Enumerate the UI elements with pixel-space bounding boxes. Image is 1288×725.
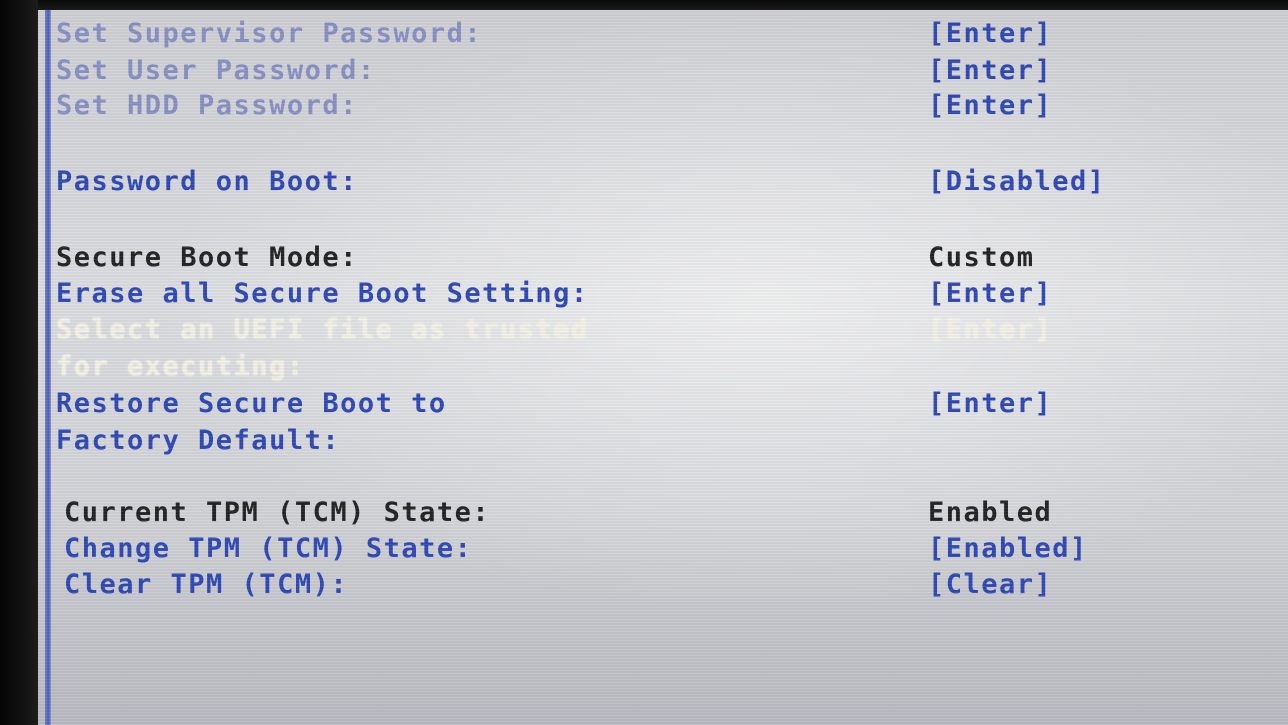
- setting-select-uefi-trusted-cont[interactable]: for executing:: [0, 349, 1288, 385]
- setting-value-readonly: Custom: [928, 242, 1035, 273]
- setting-erase-secure-boot[interactable]: Erase all Secure Boot Setting: [Enter]: [0, 276, 1288, 312]
- setting-value-button[interactable]: [Enter]: [928, 53, 1052, 89]
- setting-restore-secure-boot-cont[interactable]: Factory Default:: [0, 423, 1288, 459]
- bios-screen: Set Supervisor Password: [Enter] Set Use…: [0, 0, 1288, 725]
- setting-supervisor-password[interactable]: Set Supervisor Password: [Enter]: [0, 16, 1288, 52]
- setting-label: Erase all Secure Boot Setting:: [56, 278, 589, 309]
- monitor-bezel-top: [0, 0, 1288, 10]
- setting-label: Clear TPM (TCM):: [64, 569, 349, 600]
- setting-label: Current TPM (TCM) State:: [64, 497, 491, 528]
- setting-user-password[interactable]: Set User Password: [Enter]: [0, 53, 1288, 89]
- setting-clear-tpm[interactable]: Clear TPM (TCM): [Clear]: [0, 567, 1288, 603]
- setting-hdd-password[interactable]: Set HDD Password: [Enter]: [0, 88, 1288, 124]
- setting-password-on-boot[interactable]: Password on Boot: [Disabled]: [0, 164, 1288, 200]
- setting-label: Set User Password:: [56, 55, 376, 86]
- setting-label-continuation: for executing:: [56, 351, 305, 382]
- setting-label: Password on Boot:: [56, 166, 358, 197]
- setting-secure-boot-mode: Secure Boot Mode: Custom: [0, 240, 1288, 276]
- setting-label: Set HDD Password:: [56, 90, 358, 121]
- setting-value-button[interactable]: [Enter]: [928, 276, 1052, 312]
- setting-value-readonly: Enabled: [928, 497, 1053, 528]
- setting-value-button[interactable]: [Enter]: [928, 16, 1052, 52]
- setting-change-tpm-state[interactable]: Change TPM (TCM) State: [Enabled]: [0, 531, 1288, 567]
- setting-label: Select an UEFI file as trusted: [56, 314, 589, 345]
- setting-value-dropdown[interactable]: [Disabled]: [928, 164, 1106, 200]
- setting-label: Change TPM (TCM) State:: [64, 533, 473, 564]
- setting-value-dropdown[interactable]: [Enabled]: [928, 531, 1088, 567]
- setting-select-uefi-trusted[interactable]: Select an UEFI file as trusted [Enter]: [0, 312, 1288, 348]
- setting-label-continuation: Factory Default:: [56, 425, 341, 456]
- setting-value-button[interactable]: [Enter]: [928, 312, 1052, 348]
- setting-value-button[interactable]: [Enter]: [928, 88, 1052, 124]
- setting-value-button[interactable]: [Clear]: [928, 567, 1052, 603]
- setting-current-tpm-state: Current TPM (TCM) State: Enabled: [0, 495, 1288, 531]
- setting-label: Secure Boot Mode:: [56, 242, 358, 273]
- setting-value-button[interactable]: [Enter]: [928, 386, 1052, 422]
- setting-restore-secure-boot[interactable]: Restore Secure Boot to [Enter]: [0, 386, 1288, 422]
- setting-label: Restore Secure Boot to: [56, 388, 447, 419]
- setting-label: Set Supervisor Password:: [56, 18, 483, 49]
